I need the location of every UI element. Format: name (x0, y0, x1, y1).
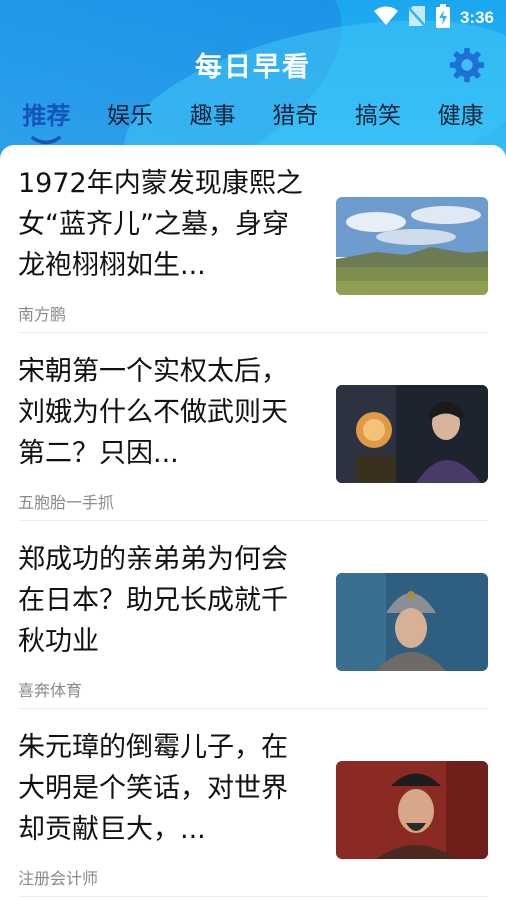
news-title: 朱元璋的倒霉儿子，在大明是个笑话，对世界却贡献巨大，... (18, 732, 288, 845)
news-source: 喜奔体育 (18, 681, 83, 700)
tab-curiosity[interactable]: 猎奇 (270, 92, 320, 134)
no-sim-icon (407, 5, 427, 31)
news-title: 郑成功的亲弟弟为何会在日本？助兄长成就千秋功业 (18, 544, 288, 657)
news-thumbnail (336, 573, 488, 671)
news-item[interactable]: 宋朝第一个实权太后，刘娥为什么不做武则天第二？只因... 五胞胎一手抓 (18, 333, 488, 521)
category-tabs: 推荐 娱乐 趣事 猎奇 搞笑 健康 (0, 88, 506, 144)
tab-label: 搞笑 (354, 103, 401, 129)
battery-charging-icon (435, 4, 450, 32)
gear-icon[interactable] (448, 46, 486, 84)
tab-label: 猎奇 (272, 103, 319, 129)
news-thumbnail (336, 385, 488, 483)
news-title: 宋朝第一个实权太后，刘娥为什么不做武则天第二？只因... (18, 356, 288, 469)
status-time: 3:36 (459, 8, 494, 27)
news-title: 1972年内蒙发现康熙之女“蓝齐儿”之墓，身穿龙袍栩栩如生... (18, 168, 303, 281)
tab-funny[interactable]: 搞笑 (353, 92, 403, 134)
tab-fun[interactable]: 趣事 (188, 92, 238, 134)
app-header: 每日早看 (0, 36, 506, 92)
app-title: 每日早看 (195, 51, 311, 83)
news-item[interactable]: 郑成功的亲弟弟为何会在日本？助兄长成就千秋功业 喜奔体育 (18, 521, 488, 709)
wifi-icon (373, 6, 398, 30)
news-thumbnail (336, 197, 488, 295)
tab-label: 娱乐 (106, 103, 153, 129)
tab-recommend[interactable]: 推荐 (20, 92, 72, 144)
news-item[interactable]: 朱元璋的倒霉儿子，在大明是个笑话，对世界却贡献巨大，... 注册会计师 (18, 709, 488, 897)
news-thumbnail (336, 761, 488, 859)
news-source: 五胞胎一手抓 (18, 493, 115, 512)
news-item[interactable]: 1972年内蒙发现康熙之女“蓝齐儿”之墓，身穿龙袍栩栩如生... 南方鹏 (18, 145, 488, 333)
tab-label: 推荐 (22, 101, 71, 130)
tab-entertainment[interactable]: 娱乐 (105, 92, 155, 134)
news-source: 南方鹏 (18, 305, 67, 324)
news-feed: 1972年内蒙发现康熙之女“蓝齐儿”之墓，身穿龙袍栩栩如生... 南方鹏 宋朝第… (0, 145, 506, 900)
tab-label: 趣事 (189, 103, 236, 129)
tab-health[interactable]: 健康 (436, 92, 486, 134)
news-source: 注册会计师 (18, 869, 99, 888)
active-tab-indicator (31, 135, 62, 144)
status-bar: 3:36 (0, 0, 506, 36)
tab-label: 健康 (437, 103, 484, 129)
